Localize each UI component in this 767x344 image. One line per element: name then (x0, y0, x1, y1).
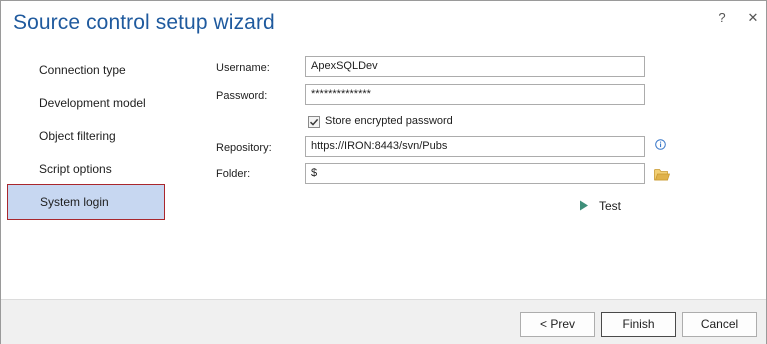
password-label: Password: (216, 90, 268, 102)
test-button-label: Test (599, 199, 622, 213)
info-icon (655, 139, 666, 150)
nav-item-connection-type[interactable]: Connection type (7, 53, 165, 87)
username-label: Username: (216, 62, 270, 74)
nav-item-object-filtering[interactable]: Object filtering (7, 119, 165, 153)
folder-input[interactable]: $ (305, 163, 645, 184)
window-title: Source control setup wizard (13, 11, 275, 34)
nav-item-development-model[interactable]: Development model (7, 86, 165, 120)
help-button[interactable]: ? (713, 9, 731, 27)
wizard-window: Source control setup wizard ? ✕ Connecti… (0, 0, 767, 344)
store-encrypted-label: Store encrypted password (325, 115, 453, 127)
repository-label: Repository: (216, 142, 272, 154)
store-encrypted-checkbox[interactable] (308, 116, 320, 128)
finish-button[interactable]: Finish (601, 312, 676, 337)
cancel-button[interactable]: Cancel (682, 312, 757, 337)
play-icon (580, 200, 588, 211)
password-input[interactable]: ************** (305, 84, 645, 105)
username-input[interactable]: ApexSQLDev (305, 56, 645, 77)
folder-icon[interactable] (654, 168, 670, 181)
nav-item-system-login[interactable]: System login (7, 184, 165, 220)
nav-item-script-options[interactable]: Script options (7, 152, 165, 186)
prev-button[interactable]: < Prev (520, 312, 595, 337)
checkmark-icon (309, 118, 319, 126)
repository-input[interactable]: https://IRON:8443/svn/Pubs (305, 136, 645, 157)
folder-label: Folder: (216, 168, 251, 180)
close-button[interactable]: ✕ (744, 9, 762, 27)
